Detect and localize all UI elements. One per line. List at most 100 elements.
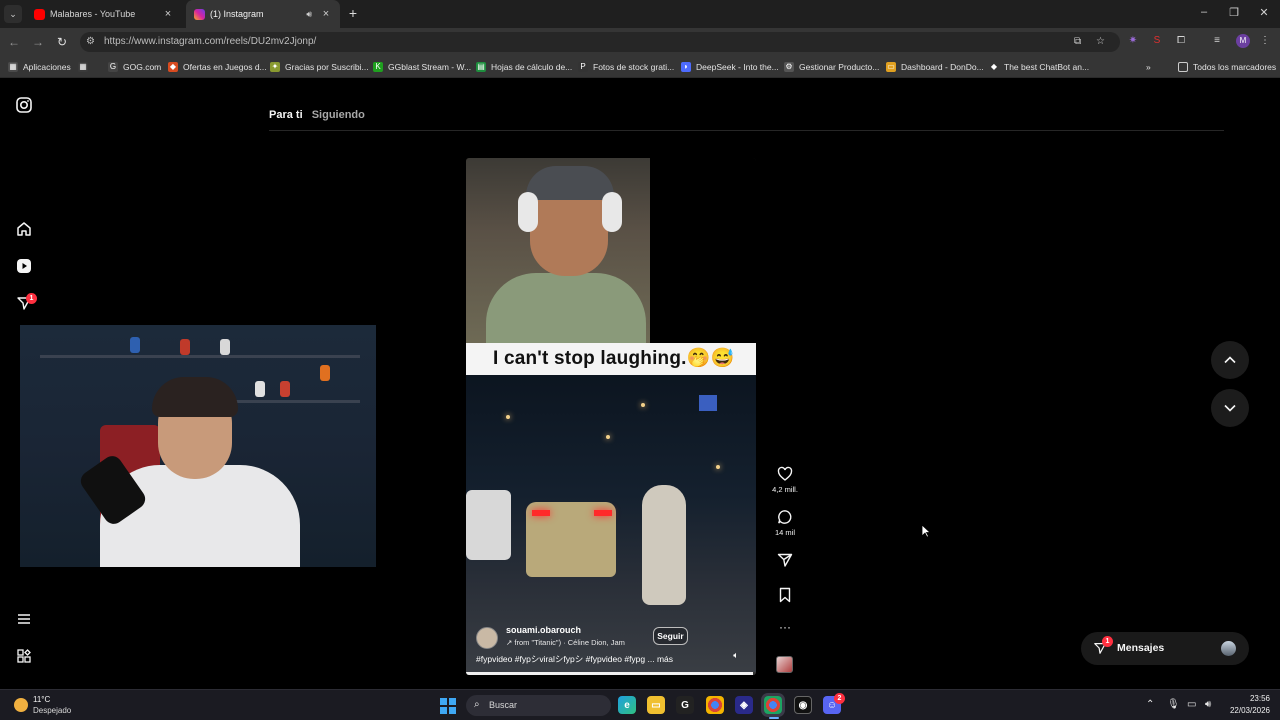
comment-count: 14 mil — [774, 528, 795, 537]
close-tab-icon[interactable]: × — [320, 8, 332, 20]
forward-icon[interactable]: → — [30, 34, 46, 50]
extension-icon[interactable]: ✷ — [1126, 34, 1140, 48]
bookmark-deepseek[interactable]: ◗ DeepSeek - Into the... — [681, 60, 779, 74]
app-icon[interactable]: G — [676, 696, 694, 714]
follow-button[interactable]: Seguir — [653, 627, 688, 645]
bookmark-grid[interactable]: ▦ — [78, 60, 93, 74]
chrome-profile-icon[interactable] — [764, 696, 782, 714]
bookmark-ggblast[interactable]: K GGblast Stream - W... — [373, 60, 471, 74]
more-menu-icon[interactable] — [15, 610, 33, 628]
youtube-favicon-icon — [34, 8, 45, 20]
bookmark-gestionar[interactable]: ⚙ Gestionar Producto... — [784, 60, 879, 74]
mute-toggle-icon[interactable]: 🔈︎ — [729, 648, 743, 662]
extension-s-icon[interactable]: S — [1150, 34, 1164, 48]
comment-button[interactable]: 14 mil — [771, 509, 799, 537]
tab-youtube[interactable]: Malabares - YouTube × — [26, 0, 182, 28]
bookmark-label: Ofertas en Juegos d... — [183, 62, 267, 72]
new-tab-button[interactable]: + — [345, 5, 361, 21]
obs-icon[interactable]: ◉ — [794, 696, 812, 714]
media-control-icon[interactable]: ≡ — [1210, 34, 1224, 48]
divider — [269, 130, 1224, 131]
more-bookmarks-icon[interactable]: » — [1146, 60, 1151, 74]
profile-avatar[interactable]: M — [1236, 34, 1250, 48]
bookmark-chatbot[interactable]: ◆ The best ChatBot an... — [989, 60, 1089, 74]
tab-para-ti[interactable]: Para ti — [269, 109, 303, 121]
bookmark-gog[interactable]: G GOG.com — [108, 60, 161, 74]
reaction-video-frame — [466, 158, 756, 343]
tab-instagram[interactable]: (1) Instagram 🔊︎ × — [186, 0, 340, 28]
weather-description[interactable]: Despejado — [33, 706, 71, 715]
bookmark-label: Aplicaciones — [23, 62, 71, 72]
bookmark-ofertas[interactable]: ◆ Ofertas en Juegos d... — [168, 60, 267, 74]
share-button[interactable] — [771, 552, 799, 568]
extensions-puzzle-icon[interactable]: ⧠ — [1174, 34, 1188, 48]
clock-date[interactable]: 22/03/2026 — [1222, 706, 1270, 715]
clock-time[interactable]: 23:56 — [1238, 694, 1270, 703]
search-icon: ⌕ — [474, 699, 480, 710]
bookmark-sheets[interactable]: ▤ Hojas de cálculo de... — [476, 60, 572, 74]
author-avatar[interactable] — [476, 627, 498, 649]
microphone-icon[interactable]: 🎙︎ — [1167, 699, 1180, 710]
minimize-icon[interactable]: – — [1198, 6, 1210, 18]
instagram-logo-icon[interactable] — [15, 96, 33, 114]
bookmark-fotos[interactable]: P Fotos de stock grati... — [578, 60, 674, 74]
taskbar-search[interactable]: ⌕ Buscar — [466, 695, 611, 716]
edge-icon[interactable]: e — [618, 696, 636, 714]
bookmark-apps[interactable]: ▦ Aplicaciones — [8, 60, 71, 74]
more-options-icon[interactable]: ··· — [771, 620, 799, 634]
bookmarks-bar: ▦ Aplicaciones ▦ G GOG.com ◆ Ofertas en … — [0, 56, 1280, 78]
bookmark-label: Gracias por Suscribi... — [285, 62, 369, 72]
reels-icon[interactable] — [15, 257, 33, 275]
bookmark-gracias[interactable]: ✦ Gracias por Suscribi... — [270, 60, 369, 74]
instagram-page: 1 Para ti Siguiendo I can't stop laughin… — [0, 79, 1280, 689]
tab-siguiendo[interactable]: Siguiendo — [312, 109, 365, 121]
reel-author[interactable]: souami.obarouch — [506, 625, 581, 635]
volume-icon[interactable]: 🔊︎ — [1205, 699, 1211, 710]
reel-description[interactable]: #fypvideo #fypシviralシfypシ #fypvideo #fyp… — [476, 653, 673, 665]
tag-icon: ◆ — [168, 62, 178, 72]
menu-dots-icon[interactable]: ⋮ — [1258, 34, 1272, 48]
reload-icon[interactable]: ↻ — [54, 34, 70, 50]
url-text[interactable]: https://www.instagram.com/reels/DU2mv2Jj… — [104, 36, 316, 47]
install-app-icon[interactable]: ⧉ — [1074, 36, 1081, 47]
app-icon[interactable]: ◈ — [735, 696, 753, 714]
bookmark-label: Fotos de stock grati... — [593, 62, 675, 72]
home-icon[interactable] — [15, 220, 33, 238]
show-hidden-icons-icon[interactable]: ⌃ — [1146, 699, 1154, 710]
network-icon[interactable]: ▭ — [1187, 699, 1196, 710]
like-count: 4,2 mill. — [772, 485, 798, 494]
reel-audio[interactable]: ↗ from "Titanic") · Céline Dion, Jam — [506, 638, 638, 647]
tab-search-button[interactable]: ⌄ — [4, 5, 22, 23]
grid-icon: ▦ — [78, 62, 88, 72]
save-button[interactable] — [771, 587, 799, 603]
feed-tabs: Para ti Siguiendo — [269, 109, 371, 121]
previous-reel-button[interactable] — [1211, 341, 1249, 379]
site-info-icon[interactable]: ⚙︎ — [86, 36, 95, 47]
next-reel-button[interactable] — [1211, 389, 1249, 427]
chrome-icon[interactable] — [706, 696, 724, 714]
file-explorer-icon[interactable]: ▭ — [647, 696, 665, 714]
p-icon: P — [578, 62, 588, 72]
instagram-favicon-icon — [194, 8, 205, 20]
audio-thumbnail[interactable] — [776, 656, 793, 673]
messages-button[interactable]: 1 Mensajes — [1081, 632, 1249, 665]
address-bar[interactable]: ⚙︎ https://www.instagram.com/reels/DU2mv… — [80, 32, 1120, 52]
bookmark-label: DeepSeek - Into the... — [696, 62, 779, 72]
start-button[interactable] — [440, 698, 456, 714]
all-bookmarks-folder[interactable]: Todos los marcadores — [1178, 60, 1276, 74]
also-from-meta-icon[interactable] — [15, 647, 33, 665]
reaction-person-image — [466, 158, 650, 343]
like-button[interactable]: 4,2 mill. — [771, 466, 799, 494]
weather-temperature[interactable]: 11°C — [33, 695, 50, 704]
bookmark-dashboard[interactable]: ▭ Dashboard - DonDo... — [886, 60, 984, 74]
bookmark-star-icon[interactable]: ☆ — [1096, 36, 1105, 47]
weather-moon-icon[interactable] — [14, 698, 28, 712]
speaker-icon[interactable]: 🔊︎ — [306, 9, 312, 20]
video-progress-bar[interactable] — [466, 672, 756, 675]
reel-video[interactable]: I can't stop laughing.🤭😅 souami.obarouch… — [466, 158, 756, 675]
restore-icon[interactable]: ❐ — [1228, 6, 1240, 19]
close-tab-icon[interactable]: × — [162, 8, 174, 20]
close-window-icon[interactable]: ✕ — [1258, 6, 1270, 19]
back-icon[interactable]: ← — [6, 34, 22, 50]
chevron-up-icon — [1224, 356, 1236, 364]
